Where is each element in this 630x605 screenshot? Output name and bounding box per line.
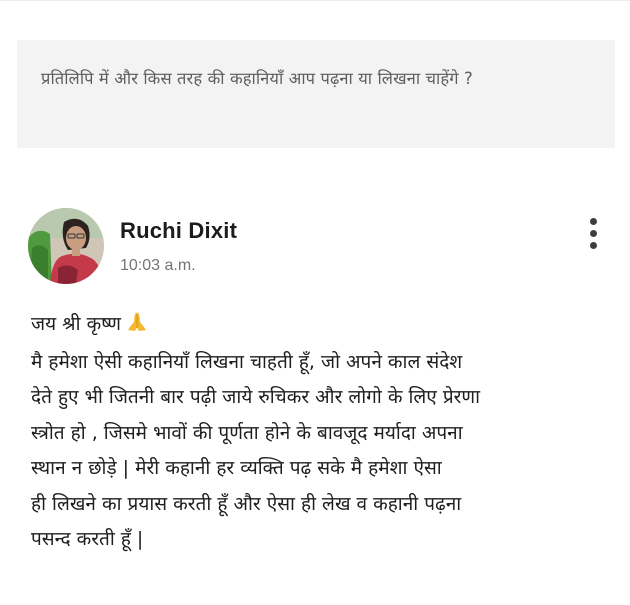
author-name[interactable]: Ruchi Dixit xyxy=(120,218,237,244)
folded-hands-icon xyxy=(125,309,149,345)
post-greeting: जय श्री कृष्ण xyxy=(31,307,616,345)
more-options-button[interactable] xyxy=(580,214,608,254)
post-line: पसन्द करती हूँ | xyxy=(31,528,144,550)
top-divider xyxy=(0,0,630,1)
more-vertical-icon-dot xyxy=(590,242,597,249)
author-avatar[interactable] xyxy=(28,208,104,284)
post-header: Ruchi Dixit 10:03 a.m. xyxy=(28,208,618,286)
post-line: ही लिखने का प्रयास करती हूँ और ऐसा ही ले… xyxy=(31,492,462,515)
more-vertical-icon xyxy=(590,218,597,225)
post-line: मै हमेशा ऐसी कहानियाँ लिखना चाहती हूँ, ज… xyxy=(31,350,463,373)
post-line: स्त्रोत हो , जिसमे भावों की पूर्णता होने… xyxy=(31,421,463,444)
post-content: जय श्री कृष्ण मै हमेशा ऐसी कहानियाँ लिखन… xyxy=(31,307,616,558)
avatar-photo xyxy=(28,208,104,284)
post-timestamp: 10:03 a.m. xyxy=(120,257,196,274)
greeting-text: जय श्री कृष्ण xyxy=(31,313,122,335)
question-text: प्रतिलिपि में और किस तरह की कहानियाँ आप … xyxy=(41,69,473,88)
post-line: देते हुए भी जितनी बार पढ़ी जाये रुचिकर औ… xyxy=(31,386,481,408)
question-card[interactable]: प्रतिलिपि में और किस तरह की कहानियाँ आप … xyxy=(17,40,615,148)
more-vertical-icon-dot xyxy=(590,230,597,237)
post-line: स्थान न छोड़े | मेरी कहानी हर व्यक्ति पढ… xyxy=(31,457,442,479)
